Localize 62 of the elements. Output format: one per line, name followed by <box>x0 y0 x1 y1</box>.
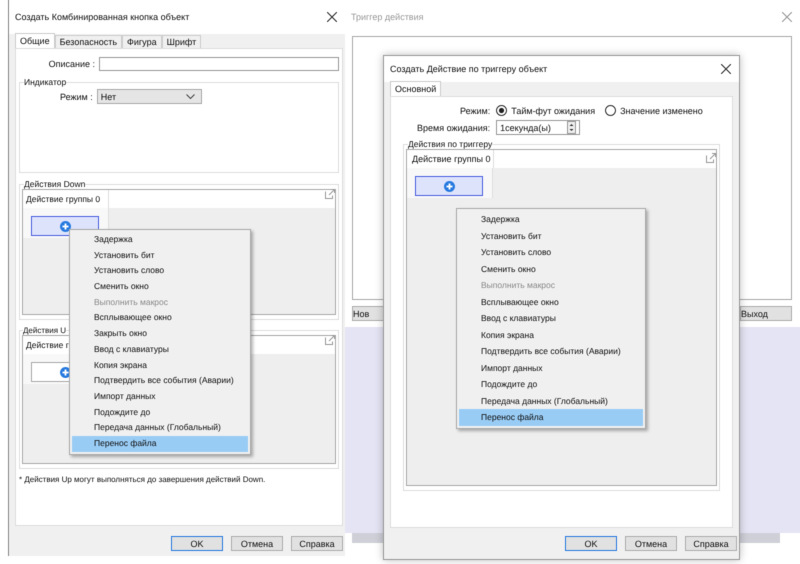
menu-item[interactable]: Задержка <box>459 211 643 228</box>
menu-item[interactable]: Всплывающее окно <box>459 294 643 310</box>
menu-item[interactable]: Передача данных (Глобальный) <box>459 392 643 409</box>
menu-item[interactable]: Задержка <box>72 232 248 248</box>
add-action-button[interactable] <box>415 176 483 196</box>
menu-item[interactable]: Подождите до <box>459 376 643 392</box>
menu-item[interactable]: Передача данных (Глобальный) <box>72 420 248 436</box>
field-label: Время ожидания: <box>417 122 490 132</box>
group-label: Действия Down <box>24 179 86 189</box>
dialog-title: Создать Комбинированная кнопка объект <box>15 12 190 22</box>
menu-item[interactable]: Перенос файла <box>459 409 643 426</box>
window-title: Триггер действия <box>351 12 424 22</box>
close-icon[interactable] <box>327 12 337 22</box>
field-label: Режим: <box>460 106 490 116</box>
tab[interactable]: Основной <box>390 81 442 96</box>
tab[interactable]: Шрифт <box>162 35 202 48</box>
dialog-button[interactable]: Отмена <box>231 536 283 551</box>
footnote: * Действия Up могут выполняться до завершения действий Down. <box>19 475 266 484</box>
plus-icon <box>444 180 454 192</box>
tab[interactable]: Безопасность <box>54 35 122 48</box>
menu-item[interactable]: Копия экрана <box>72 358 248 374</box>
menu-item[interactable]: Сменить окно <box>72 279 248 295</box>
dialog-button[interactable]: Справка <box>685 536 737 551</box>
dialog-button[interactable]: OK <box>171 536 223 551</box>
menu-item[interactable]: Подождите до <box>72 404 248 420</box>
menu-item[interactable]: Сменить окно <box>459 260 643 277</box>
chevron-down-icon <box>186 94 195 99</box>
menu-item[interactable]: Установить слово <box>72 263 248 280</box>
menu-item[interactable]: Установить бит <box>72 248 248 264</box>
pop-out-icon[interactable] <box>706 153 716 163</box>
tab[interactable]: Общие <box>15 33 55 48</box>
window-button[interactable]: Выход <box>740 306 792 321</box>
menu-item[interactable]: Всплывающее окно <box>72 310 248 326</box>
dialog-button[interactable]: OK <box>565 536 617 551</box>
dialog-button[interactable]: Справка <box>291 536 343 551</box>
group-label: Действия по триггеру <box>408 139 492 149</box>
menu-item[interactable]: Ввод с клавиатуры <box>459 310 643 326</box>
menu-item[interactable]: Перенос файла <box>72 436 248 452</box>
menu-item[interactable]: Установить бит <box>459 228 643 244</box>
dialog-button[interactable]: Отмена <box>625 536 677 551</box>
menu-item[interactable]: Установить слово <box>459 244 643 260</box>
radio-option[interactable]: Тайм-фут ожидания <box>496 105 596 116</box>
close-icon[interactable] <box>721 64 731 74</box>
group-label: Индикатор <box>24 77 66 87</box>
plus-icon <box>60 220 70 232</box>
pop-out-icon[interactable] <box>325 335 335 345</box>
field-label: Описание : <box>48 59 95 69</box>
spin-arrows-icon <box>567 121 576 134</box>
tab[interactable]: Фигура <box>122 35 162 48</box>
group-label: Действия U <box>23 326 66 335</box>
field-label: Режим : <box>60 92 93 102</box>
description-field[interactable] <box>99 57 339 71</box>
mode-dropdown[interactable]: Нет <box>96 89 202 104</box>
menu-item[interactable]: Импорт данных <box>459 360 643 376</box>
menu-item[interactable]: Импорт данных <box>72 388 248 405</box>
wait-time-spinbox[interactable]: 1секунда(ы) <box>496 120 580 135</box>
menu-item[interactable]: Копия экрана <box>459 326 643 343</box>
radio-option[interactable]: Значение изменено <box>605 105 703 116</box>
menu-item[interactable]: Подтвердить все события (Аварии) <box>459 343 643 360</box>
menu-item[interactable]: Подтвердить все события (Аварии) <box>72 373 248 389</box>
pop-out-icon[interactable] <box>325 189 335 199</box>
dialog-title: Создать Действие по триггеру объект <box>390 64 548 74</box>
